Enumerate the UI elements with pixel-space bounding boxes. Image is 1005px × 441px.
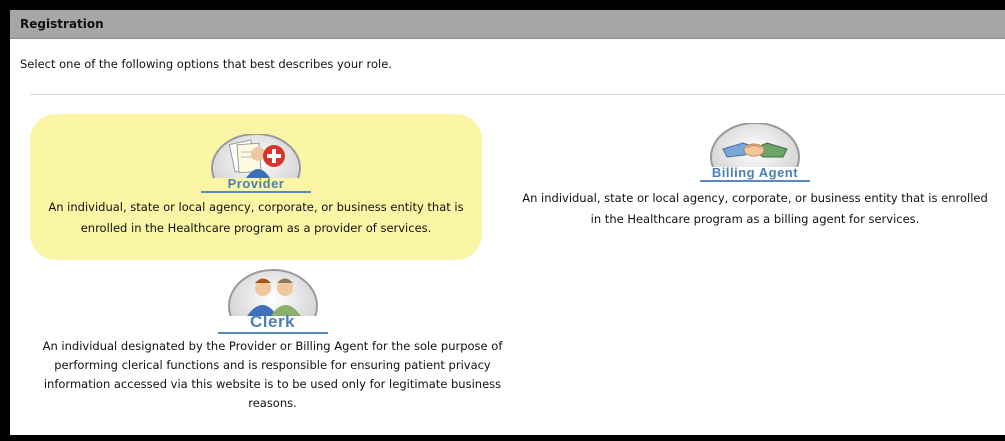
label-underline xyxy=(700,180,810,182)
role-description-clerk: An individual designated by the Provider… xyxy=(42,339,503,410)
divider xyxy=(30,94,1005,95)
role-label-clerk: Clerk xyxy=(249,312,296,331)
provider-documents-icon xyxy=(196,134,316,178)
role-option-billing-agent[interactable]: Billing Agent An individual, state or lo… xyxy=(505,123,1005,230)
panel-title: Registration xyxy=(20,17,104,31)
role-option-clerk[interactable]: Clerk An individual designated by the Pr… xyxy=(40,268,505,413)
panel-title-bar: Registration xyxy=(10,10,1005,39)
role-label-billing-agent: Billing Agent xyxy=(711,165,799,180)
intro-text: Select one of the following options that… xyxy=(20,57,392,71)
role-label-provider: Provider xyxy=(227,176,285,191)
role-description-billing-agent: An individual, state or local agency, co… xyxy=(522,191,988,226)
label-underline xyxy=(201,191,311,193)
two-people-icon xyxy=(213,268,333,316)
registration-panel: Registration Select one of the following… xyxy=(10,10,1005,435)
label-underline xyxy=(217,332,328,334)
handshake-icon xyxy=(695,123,815,167)
role-option-provider[interactable]: Provider An individual, state or local a… xyxy=(30,114,482,260)
role-description-provider: An individual, state or local agency, co… xyxy=(48,200,464,235)
